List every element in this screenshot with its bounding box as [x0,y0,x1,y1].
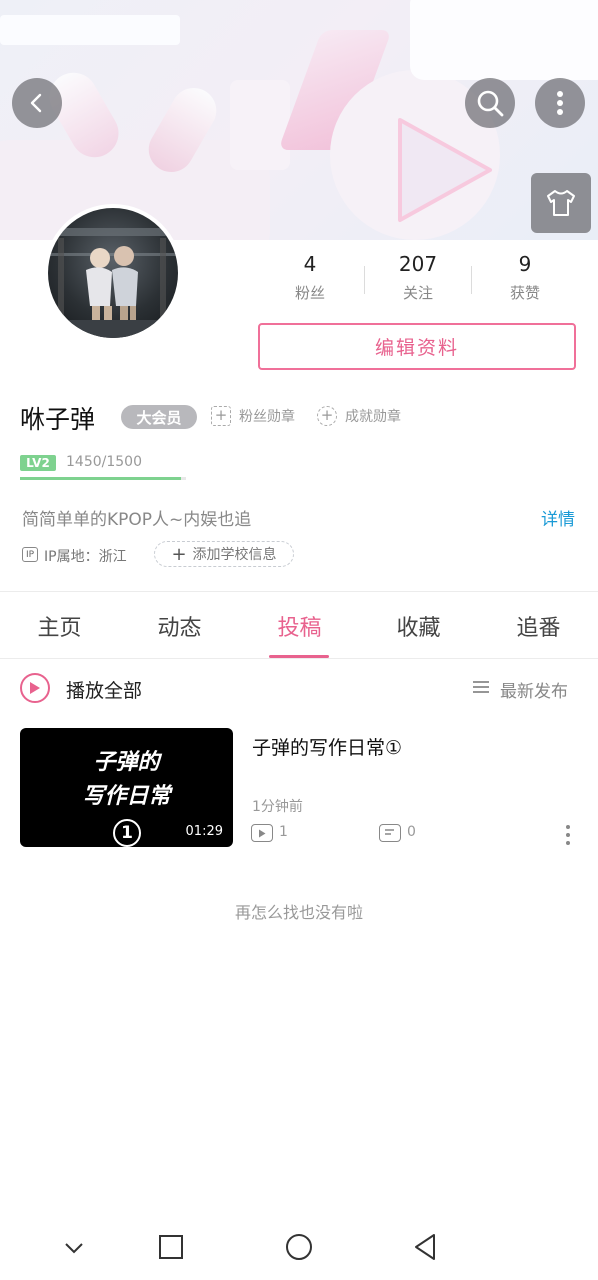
plus-icon: + [317,406,337,426]
search-icon [477,90,504,117]
stat-divider [471,266,472,294]
nav-home-icon[interactable] [285,1233,313,1261]
stat-value: 207 [398,252,438,276]
ip-location: IP属地：浙江 [44,549,127,565]
stat-following[interactable]: 207 关注 [366,252,470,303]
end-of-list-text: 再怎么找也没有啦 [234,903,363,922]
comment-icon [379,824,401,842]
sort-icon[interactable] [472,680,490,694]
tab-uploads[interactable]: 投稿 [240,610,359,642]
tab-dynamics[interactable]: 动态 [120,610,239,642]
avatar-image [48,208,178,338]
play-all-label[interactable]: 播放全部 [66,676,142,703]
stat-value: 4 [303,252,317,276]
nav-back-icon[interactable] [412,1233,438,1261]
stat-label: 关注 [402,284,433,302]
nav-recent-icon[interactable] [158,1234,184,1260]
tab-favorites[interactable]: 收藏 [359,610,478,642]
username: 咻子弹 [20,405,96,434]
sort-label[interactable]: 最新发布 [500,677,568,702]
stat-divider [364,266,365,294]
video-title[interactable]: 子弹的写作日常① [252,733,402,760]
add-school-label: 添加学校信息 [192,547,277,563]
dress-up-button[interactable] [531,173,591,233]
divider [0,658,598,659]
play-all-button[interactable] [20,673,50,703]
nav-back-chevron-icon[interactable] [62,1236,86,1260]
divider [0,591,598,592]
back-icon [30,93,42,113]
stat-label: 粉丝 [294,284,325,302]
video-duration: 01:29 [185,824,223,839]
banner-decoration [410,0,598,80]
back-button[interactable] [12,78,62,128]
play-count: 1 [279,824,288,840]
stat-value: 9 [518,252,532,276]
ip-icon: IP [22,547,38,562]
stat-fans[interactable]: 4 粉丝 [258,252,362,303]
thumbnail-number: 1 [113,819,141,847]
play-circle-icon [30,682,40,694]
tab-bangumi[interactable]: 追番 [479,610,598,642]
level-progress-fill [20,477,181,480]
system-nav-bar [0,1216,598,1280]
comment-count: 0 [407,824,416,840]
video-thumbnail[interactable]: 子弹的 写作日常 1 01:29 [20,728,233,847]
fans-medal[interactable]: + 粉丝勋章 [211,406,295,426]
level-progress-text: 1450/1500 [66,454,142,470]
stat-likes[interactable]: 9 获赞 [473,252,577,303]
achievement-medal[interactable]: + 成就勋章 [317,406,401,426]
plus-icon: + [211,406,231,426]
banner-decoration [230,80,290,170]
shirt-icon [547,190,575,216]
thumbnail-line: 写作日常 [82,784,171,809]
bio-text: 简简单单的KPOP人~内娱也追 [22,510,252,530]
avatar[interactable] [44,204,182,342]
more-button[interactable] [535,78,585,128]
thumbnail-title: 子弹的 写作日常 [20,746,233,814]
level-progress-bar [20,477,186,480]
thumbnail-line: 子弹的 [93,750,160,775]
add-school-button[interactable]: + 添加学校信息 [154,541,294,567]
tab-home[interactable]: 主页 [0,610,119,642]
fans-medal-label: 粉丝勋章 [239,409,295,425]
more-vertical-icon[interactable] [560,822,576,848]
play-count-icon [251,824,273,842]
edit-profile-button[interactable]: 编辑资料 [258,323,576,370]
achievement-medal-label: 成就勋章 [345,409,401,425]
video-time: 1分钟前 [252,799,303,815]
level-badge: LV2 [20,455,56,471]
search-button[interactable] [465,78,515,128]
banner-decoration [0,15,180,45]
banner-play-shape [398,118,492,222]
more-vertical-icon [557,91,563,115]
stat-label: 获赞 [509,284,540,302]
vip-badge[interactable]: 大会员 [121,405,197,429]
plus-icon: + [171,543,187,565]
details-link[interactable]: 详情 [541,505,575,530]
